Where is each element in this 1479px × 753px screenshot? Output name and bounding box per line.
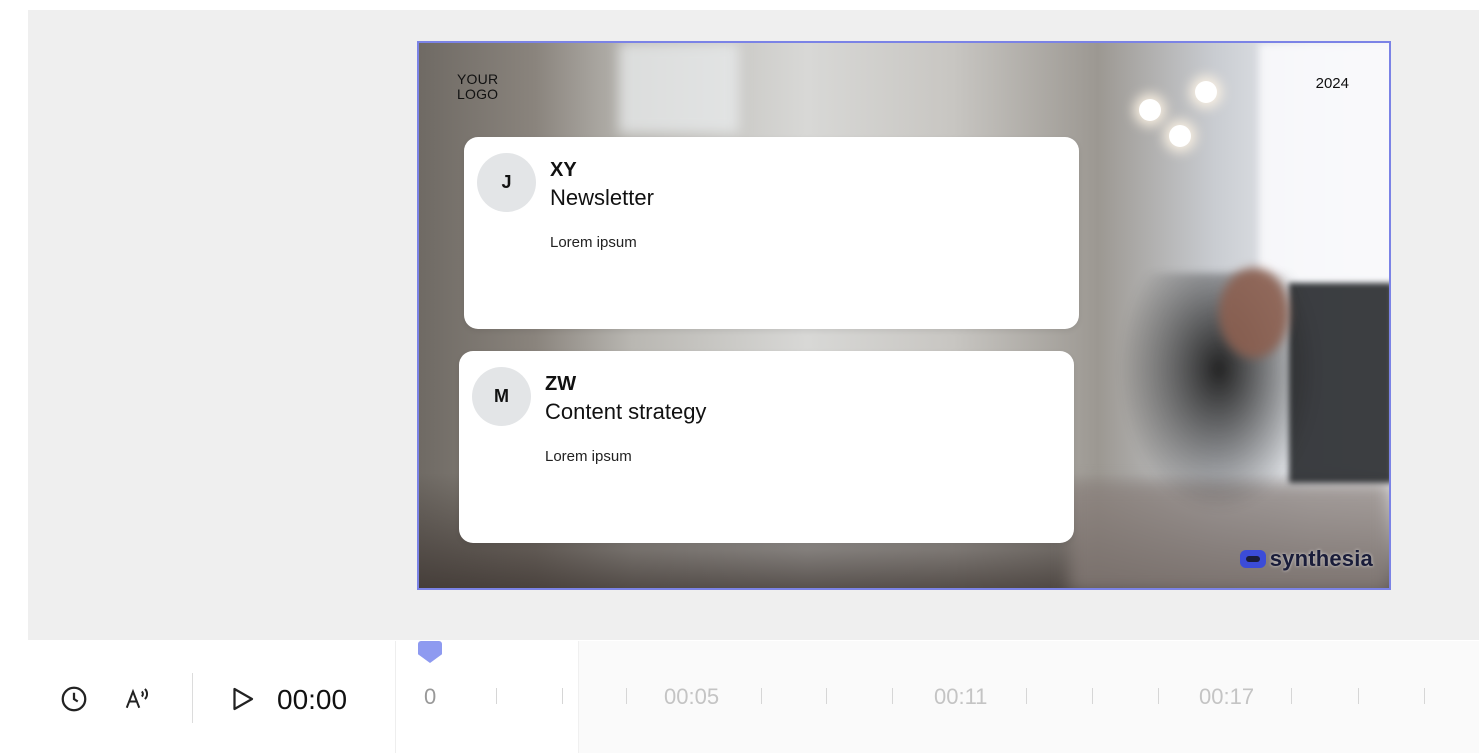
card-subtitle[interactable]: Content strategy xyxy=(545,399,706,425)
timeline-tick xyxy=(1424,688,1425,704)
synthesia-logo-icon xyxy=(1239,550,1266,568)
logo-placeholder[interactable]: YOUR LOGO xyxy=(457,72,509,102)
avatar: J xyxy=(477,153,536,212)
brand-watermark: synthesia xyxy=(1239,546,1373,572)
timeline-track[interactable]: 0 00:05 00:11 00:17 xyxy=(395,641,1479,753)
timeline-tick xyxy=(1158,688,1159,704)
card-title[interactable]: XY xyxy=(550,159,577,182)
profile-card[interactable]: M ZW Content strategy Lorem ipsum xyxy=(459,351,1074,543)
timeline-tick xyxy=(826,688,827,704)
playback-controls: 00:00 xyxy=(28,641,393,753)
card-title[interactable]: ZW xyxy=(545,373,576,396)
clock-icon[interactable] xyxy=(58,683,90,715)
avatar-initial: M xyxy=(494,386,509,406)
year-label[interactable]: 2024 xyxy=(1316,75,1349,92)
background-window xyxy=(619,43,739,133)
timeline-tick xyxy=(1026,688,1027,704)
timeline-label: 0 xyxy=(424,684,437,709)
timeline-label: 00:11 xyxy=(934,684,988,709)
controls-divider xyxy=(192,673,193,723)
lamp-light xyxy=(1195,81,1217,103)
timeline-tick xyxy=(1092,688,1093,704)
avatar: M xyxy=(472,367,531,426)
profile-card[interactable]: J XY Newsletter Lorem ipsum xyxy=(464,137,1079,329)
card-subtitle[interactable]: Newsletter xyxy=(550,185,654,211)
timeline-label: 00:05 xyxy=(664,684,720,709)
timeline-tick xyxy=(496,688,497,704)
timeline-tick xyxy=(562,688,563,704)
timeline-tick xyxy=(892,688,893,704)
logo-text: YOUR LOGO xyxy=(457,71,499,102)
timeline-tick xyxy=(761,688,762,704)
timeline-tick xyxy=(626,688,627,704)
current-time: 00:00 xyxy=(277,684,348,715)
avatar-initial: J xyxy=(501,172,512,192)
brand-name: synthesia xyxy=(1269,546,1373,571)
play-icon[interactable] xyxy=(226,683,258,715)
card-body[interactable]: Lorem ipsum xyxy=(545,448,632,465)
background-person-head xyxy=(1219,268,1289,358)
lamp-light xyxy=(1139,99,1161,121)
timeline-tick xyxy=(1291,688,1292,704)
timeline-tick xyxy=(1358,688,1359,704)
timeline-label: 00:17 xyxy=(1199,684,1255,709)
card-body[interactable]: Lorem ipsum xyxy=(550,234,637,251)
slide-canvas[interactable]: YOUR LOGO 2024 J XY Newsletter Lorem ips… xyxy=(417,41,1391,590)
voice-icon[interactable] xyxy=(122,683,154,715)
lamp-light xyxy=(1169,125,1191,147)
